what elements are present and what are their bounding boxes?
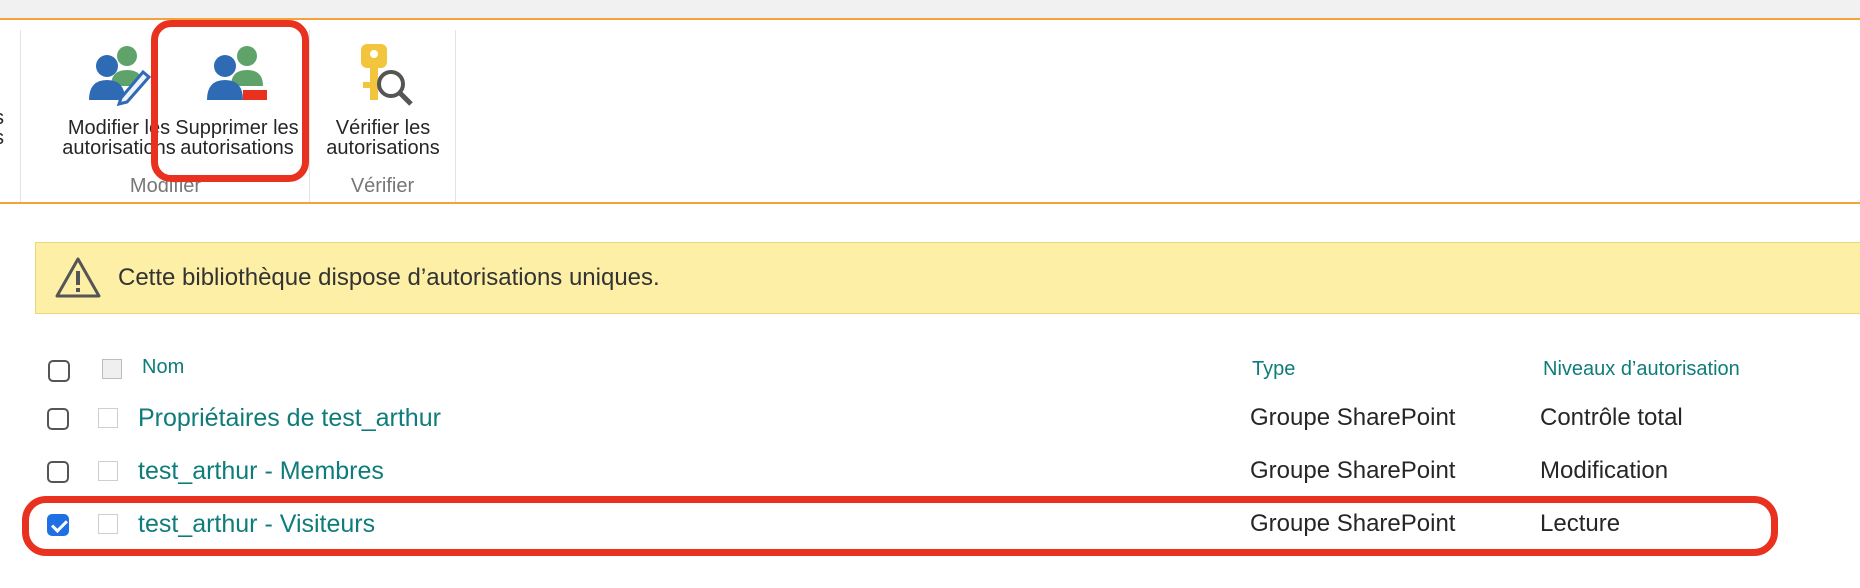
- table-row-name[interactable]: test_arthur - Visiteurs: [138, 510, 375, 539]
- row-selector[interactable]: [98, 461, 118, 481]
- table-row-type: Groupe SharePoint: [1250, 404, 1456, 431]
- unique-permissions-banner: Cette bibliothèque dispose d’autorisatio…: [35, 242, 1860, 314]
- column-header-name[interactable]: Nom: [142, 356, 184, 379]
- table-row-type: Groupe SharePoint: [1250, 510, 1456, 537]
- check-permissions-button[interactable]: Vérifier les autorisations: [308, 30, 458, 170]
- table-row-name[interactable]: test_arthur - Membres: [138, 457, 384, 486]
- group-label-modify: Modifier: [129, 175, 202, 197]
- row-checkbox-checked[interactable]: [47, 514, 69, 536]
- header-selector[interactable]: [102, 359, 122, 379]
- key-search-icon: [361, 44, 413, 106]
- top-bar: [0, 0, 1860, 20]
- ribbon-separator: [20, 30, 21, 202]
- table-row-level: Lecture: [1540, 510, 1621, 537]
- table-row-level: Modification: [1540, 457, 1669, 484]
- remove-users-icon: [207, 46, 267, 100]
- banner-text: Cette bibliothèque dispose d’autorisatio…: [118, 264, 660, 291]
- warning-icon: [55, 257, 101, 298]
- edit-users-icon: [89, 46, 152, 106]
- remove-permissions-label: Supprimer les autorisations: [175, 117, 299, 159]
- select-all-checkbox[interactable]: [48, 360, 70, 382]
- table-row-level: Contrôle total: [1540, 404, 1683, 431]
- table-row-name[interactable]: Propriétaires de test_arthur: [138, 404, 441, 433]
- row-checkbox[interactable]: [47, 408, 69, 430]
- row-checkbox[interactable]: [47, 461, 69, 483]
- ribbon: s s Modifier les autorisations Supprimer…: [0, 20, 1860, 204]
- table-row-type: Groupe SharePoint: [1250, 457, 1456, 484]
- group-label-check: Vérifier: [350, 175, 415, 197]
- row-selector[interactable]: [98, 408, 118, 428]
- ribbon-group-modify: Modifier les autorisations Supprimer les…: [22, 30, 310, 202]
- check-permissions-label: Vérifier les autorisations: [326, 117, 440, 159]
- row-selector[interactable]: [98, 514, 118, 534]
- column-header-type[interactable]: Type: [1252, 358, 1295, 381]
- column-header-level[interactable]: Niveaux d’autorisation: [1543, 358, 1740, 381]
- remove-permissions-button[interactable]: Supprimer les autorisations: [162, 30, 312, 170]
- ribbon-cutoff-label: s s: [0, 108, 4, 148]
- ribbon-group-check: Vérifier les autorisations Vérifier: [310, 30, 456, 202]
